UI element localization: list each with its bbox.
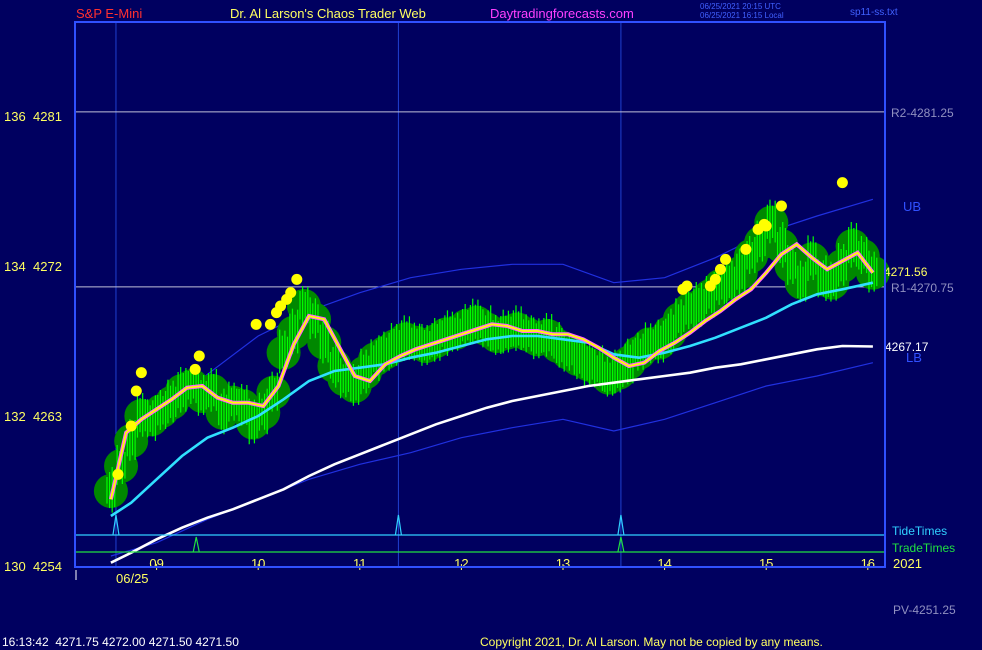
peak-dot [709, 273, 721, 285]
peak-dot [112, 468, 124, 480]
line-magenta [108, 241, 875, 500]
glow-layer [93, 205, 890, 508]
peak-dot [125, 420, 137, 432]
y-tick-left-132: 132 [4, 409, 26, 424]
symbol-title: S&P E-Mini [76, 6, 142, 21]
peak-dot [291, 273, 303, 285]
y-tick-left-130: 130 [4, 559, 26, 574]
quote-readout: 16:13:42 4271.75 4272.00 4271.50 4271.50 [2, 635, 239, 649]
peak-dot [189, 363, 201, 375]
file-name: sp11-ss.txt [850, 7, 898, 18]
trade-times-label: TradeTimes [892, 541, 955, 555]
white-last-label: 4267.17 [885, 340, 929, 354]
x-tick-label-13: 13 [556, 556, 570, 571]
ub-label: UB [903, 199, 921, 214]
timestamp-local: 06/25/2021 16:15 Local [700, 11, 784, 20]
peak-dot [720, 253, 732, 265]
site-url[interactable]: Daytradingforecasts.com [490, 6, 634, 21]
peak-dot [130, 385, 142, 397]
labels-layer: R2-4281.25R1-4270.75PV-4251.25UBLB4271.5… [884, 106, 956, 617]
x-tick-label-09: 09 [149, 556, 163, 571]
y-tick-label-4254: 4254 [33, 559, 62, 574]
peak-dot [193, 350, 205, 362]
x-tick-label-11: 11 [353, 556, 367, 571]
plot-frame [74, 21, 886, 568]
level-label-r2: R2-4281.25 [891, 106, 954, 120]
year-label: 2021 [893, 556, 922, 571]
y-tick-left-134: 134 [4, 259, 26, 274]
times-layer [75, 514, 885, 553]
level-label-pv: PV-4251.25 [893, 603, 956, 617]
peak-dot [264, 318, 276, 330]
copyright-notice: Copyright 2021, Dr. Al Larson. May not b… [480, 635, 823, 649]
x-tick-label-14: 14 [657, 556, 671, 571]
x-tick-label-15: 15 [759, 556, 773, 571]
chart-canvas: 130 4254 132 4263 134 4272 136 4281 09 10 11 12 13 14… [2, 2, 956, 649]
peak-dot [285, 287, 297, 299]
y-tick-left-136: 136 [4, 109, 26, 124]
grid-layer [115, 22, 622, 567]
peak-dot [135, 367, 147, 379]
tide-times-label: TideTimes [892, 524, 947, 538]
line-white [110, 344, 873, 564]
peak-dot [775, 200, 787, 212]
site-title: Dr. Al Larson's Chaos Trader Web [230, 6, 426, 21]
date-label: 06/25 [116, 571, 149, 586]
peak-dot [760, 220, 772, 232]
timestamp-utc: 06/25/2021 20:15 UTC [700, 2, 781, 11]
peak-dot [250, 318, 262, 330]
trade-spike-0 [192, 536, 200, 553]
chart-window: 130 4254 132 4263 134 4272 136 4281 09 10 11 12 13 14… [0, 0, 982, 650]
y-tick-label-4263: 4263 [33, 409, 62, 424]
peak-dot [740, 243, 752, 255]
x-tick-label-12: 12 [454, 556, 468, 571]
x-tick-label-16: 16 [861, 556, 875, 571]
x-tick-label-10: 10 [251, 556, 265, 571]
peak-dot [681, 280, 693, 292]
y-tick-label-4281: 4281 [33, 109, 62, 124]
y-tick-label-4272: 4272 [33, 259, 62, 274]
last-price-label: 4271.56 [884, 265, 928, 279]
level-label-r1: R1-4270.75 [891, 281, 954, 295]
peak-dot [836, 177, 848, 189]
peak-dot [714, 263, 726, 275]
